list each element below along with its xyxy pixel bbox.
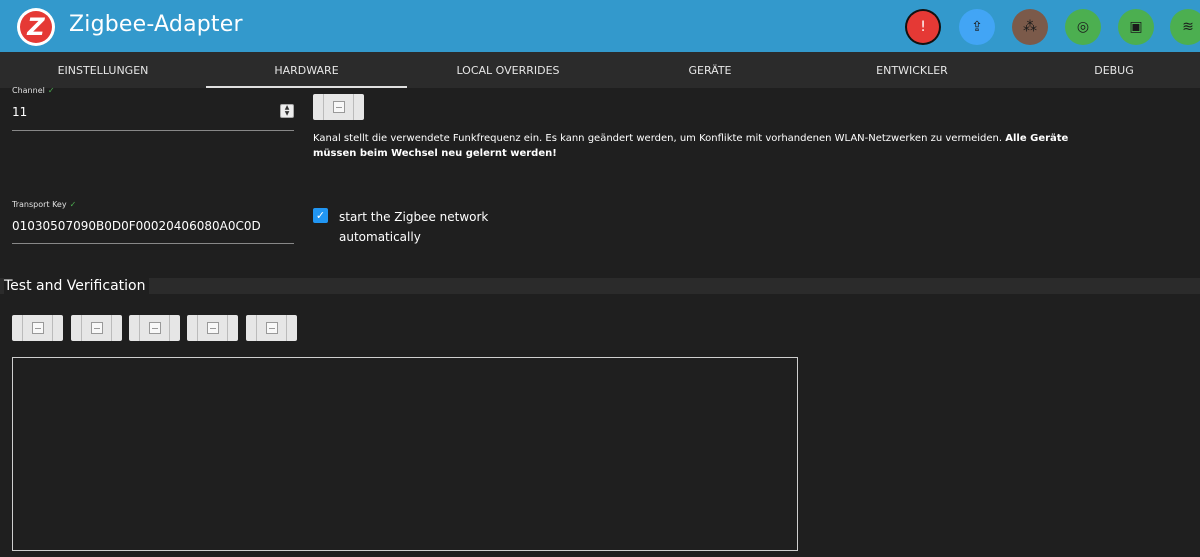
divider — [286, 315, 287, 341]
tab-entwickler[interactable]: Entwickler — [811, 52, 1013, 88]
wifi-button[interactable]: ≋ — [1172, 11, 1200, 43]
app-header: Z Zigbee-Adapter ! ⇪ ⁂ ◎ ▣ ≋ — [0, 0, 1200, 52]
logo-letter: Z — [20, 11, 52, 43]
tab-hardware[interactable]: Hardware — [206, 52, 407, 88]
chevron-down-icon: ▼ — [284, 110, 290, 117]
autostart-checkbox[interactable]: ✓ — [313, 208, 328, 223]
channel-description-bold-2: müssen beim Wechsel neu gelernt werden! — [313, 148, 557, 159]
autostart-label-line2: automatically — [339, 230, 421, 244]
signal-button[interactable]: ◎ — [1067, 11, 1099, 43]
transport-key-input[interactable]: 01030507090B0D0F00020406080A0C0D — [12, 219, 261, 233]
zigbee-logo-icon: Z — [17, 8, 55, 46]
channel-label-text: Channel — [12, 86, 45, 95]
broken-image-icon — [265, 322, 278, 334]
signal-icon: ◎ — [1076, 19, 1090, 35]
channel-stepper[interactable]: ▲ ▼ — [280, 104, 294, 118]
wifi-icon: ≋ — [1182, 19, 1194, 35]
tab-local-overrides[interactable]: Local Overrides — [407, 52, 609, 88]
autostart-label-line1: start the Zigbee network — [339, 210, 489, 224]
app-title: Zigbee-Adapter — [69, 12, 243, 37]
section-title: Test and Verification — [4, 278, 150, 294]
chip-button[interactable]: ▣ — [1120, 11, 1152, 43]
transport-key-label-text: Transport Key — [12, 200, 67, 209]
divider — [353, 94, 354, 120]
channel-underline — [12, 130, 294, 131]
broken-image-icon — [206, 322, 219, 334]
test-button-2[interactable] — [71, 315, 122, 341]
divider — [323, 94, 324, 120]
tab-geraete[interactable]: Geräte — [609, 52, 811, 88]
channel-description-text: Kanal stellt die verwendete Funkfrequenz… — [313, 133, 1003, 144]
alert-button[interactable]: ! — [907, 11, 939, 43]
channel-description: Kanal stellt die verwendete Funkfrequenz… — [313, 131, 1113, 161]
nodes-button[interactable]: ⁂ — [1014, 11, 1046, 43]
tab-debug[interactable]: Debug — [1013, 52, 1200, 88]
broken-image-icon — [332, 101, 345, 113]
divider — [227, 315, 228, 341]
divider — [197, 315, 198, 341]
divider — [111, 315, 112, 341]
chip-icon: ▣ — [1129, 19, 1143, 35]
test-button-5[interactable] — [246, 315, 297, 341]
test-output-area[interactable] — [12, 357, 798, 551]
test-button-3[interactable] — [129, 315, 180, 341]
divider — [256, 315, 257, 341]
divider — [52, 315, 53, 341]
broken-image-icon — [90, 322, 103, 334]
tab-einstellungen[interactable]: Einstellungen — [0, 52, 206, 88]
divider — [22, 315, 23, 341]
broken-image-icon — [31, 322, 44, 334]
broken-image-icon — [148, 322, 161, 334]
channel-description-bold-1: Alle Geräte — [1005, 133, 1069, 144]
test-button-1[interactable] — [12, 315, 63, 341]
section-bar — [0, 278, 1200, 294]
nodes-icon: ⁂ — [1023, 19, 1037, 35]
valid-check-icon: ✓ — [47, 86, 55, 95]
channel-image-button[interactable] — [313, 94, 364, 120]
test-button-4[interactable] — [187, 315, 238, 341]
divider — [81, 315, 82, 341]
transport-key-underline — [12, 243, 294, 244]
upload-button[interactable]: ⇪ — [961, 11, 993, 43]
upload-icon: ⇪ — [971, 19, 983, 35]
channel-label: Channel ✓ — [12, 86, 55, 95]
divider — [139, 315, 140, 341]
checkmark-icon: ✓ — [315, 209, 326, 222]
divider — [169, 315, 170, 341]
transport-key-label: Transport Key ✓ — [12, 200, 76, 209]
autostart-label: start the Zigbee network automatically — [339, 207, 488, 247]
tab-bar: Einstellungen Hardware Local Overrides G… — [0, 52, 1200, 88]
valid-check-icon: ✓ — [69, 200, 77, 209]
channel-input[interactable]: 11 — [12, 105, 27, 119]
alert-icon: ! — [920, 19, 926, 35]
